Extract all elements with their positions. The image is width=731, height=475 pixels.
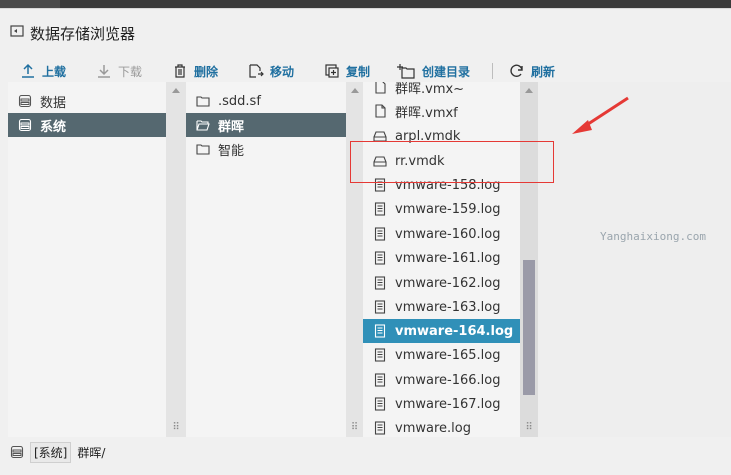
folder-pane: .sdd.sf 群晖 智能 bbox=[186, 82, 346, 437]
file-item[interactable]: vmware-160.log bbox=[363, 222, 520, 246]
folder-label: 智能 bbox=[218, 143, 245, 159]
watermark: Yanghaixiong.com bbox=[600, 230, 706, 243]
folder-label: 群晖 bbox=[218, 119, 245, 135]
pane-divider[interactable]: ⠿ bbox=[166, 82, 186, 437]
file-item[interactable]: 群晖.vmx~ bbox=[363, 82, 520, 99]
download-button[interactable]: 下载 bbox=[96, 59, 142, 83]
copy-icon bbox=[325, 64, 339, 78]
datastore-label: 数据 bbox=[40, 95, 67, 111]
folder-item[interactable]: .sdd.sf bbox=[186, 89, 346, 113]
file-item[interactable]: 群晖.vmxf bbox=[363, 99, 520, 123]
log-file-icon bbox=[374, 348, 386, 362]
status-bar: [系统] 群晖/ bbox=[0, 437, 731, 467]
log-file-icon bbox=[374, 251, 386, 265]
file-pane: 群晖.vmx~ 群晖.vmxf arpl.vmdk rr.vmdk vmware… bbox=[363, 82, 520, 437]
log-file-icon bbox=[374, 300, 386, 314]
log-file-icon bbox=[374, 202, 386, 216]
upload-label: 上载 bbox=[42, 64, 67, 79]
file-label: vmware-167.log bbox=[395, 396, 501, 412]
datastore-icon bbox=[18, 118, 32, 132]
refresh-button[interactable]: 刷新 bbox=[509, 59, 555, 83]
move-label: 移动 bbox=[270, 64, 295, 79]
details-pane bbox=[538, 82, 731, 437]
datastore-item-selected[interactable]: 系统 bbox=[8, 113, 166, 137]
file-label: vmware-161.log bbox=[395, 250, 501, 266]
download-label: 下载 bbox=[118, 64, 143, 79]
datastore-item[interactable]: 数据 bbox=[8, 89, 166, 113]
annotation-arrow-icon bbox=[572, 96, 629, 134]
refresh-label: 刷新 bbox=[531, 64, 556, 79]
log-file-icon bbox=[374, 397, 386, 411]
log-file-icon bbox=[374, 276, 386, 290]
new-folder-icon bbox=[397, 64, 415, 79]
pane-divider[interactable]: ⠿ bbox=[346, 82, 363, 437]
highlight-box bbox=[350, 141, 554, 183]
delete-button[interactable]: 删除 bbox=[172, 59, 218, 83]
scroll-up-arrow-icon[interactable] bbox=[350, 88, 359, 93]
file-label: vmware-160.log bbox=[395, 226, 501, 242]
file-label: vmware-164.log bbox=[395, 323, 514, 339]
move-button[interactable]: 移动 bbox=[248, 59, 294, 83]
datastore-browser-icon bbox=[10, 24, 24, 42]
copy-button[interactable]: 复制 bbox=[324, 59, 370, 83]
scroll-up-arrow-icon[interactable] bbox=[525, 88, 533, 93]
refresh-icon bbox=[510, 64, 523, 77]
file-icon bbox=[375, 104, 386, 118]
scroll-up-arrow-icon[interactable] bbox=[172, 88, 180, 93]
file-pane-scrollbar[interactable]: ⠿ bbox=[520, 82, 538, 437]
file-label: 群晖.vmxf bbox=[395, 105, 458, 121]
file-label: vmware-162.log bbox=[395, 275, 501, 291]
log-file-icon bbox=[374, 421, 386, 435]
folder-icon bbox=[196, 96, 210, 107]
trash-icon bbox=[175, 64, 185, 78]
file-item[interactable]: vmware.log bbox=[363, 416, 520, 437]
file-label: vmware-163.log bbox=[395, 299, 501, 315]
folder-open-icon bbox=[196, 120, 210, 131]
folder-item-selected[interactable]: 群晖 bbox=[186, 113, 346, 137]
dialog-title: 数据存储浏览器 bbox=[10, 23, 135, 43]
dialog-title-text: 数据存储浏览器 bbox=[30, 24, 136, 43]
file-item[interactable]: vmware-165.log bbox=[363, 343, 520, 367]
file-label: vmware-165.log bbox=[395, 347, 501, 363]
scrollbar-thumb[interactable] bbox=[523, 260, 535, 395]
file-item-selected[interactable]: vmware-164.log bbox=[363, 319, 520, 343]
log-file-icon bbox=[374, 324, 386, 338]
file-label: 群晖.vmx~ bbox=[395, 82, 465, 97]
status-path: 群晖/ bbox=[77, 445, 106, 460]
create-directory-label: 创建目录 bbox=[422, 64, 471, 79]
toolbar-separator bbox=[492, 63, 493, 79]
upload-icon bbox=[22, 63, 34, 78]
resize-grip-icon[interactable]: ⠿ bbox=[172, 422, 179, 433]
copy-label: 复制 bbox=[346, 64, 371, 79]
file-item[interactable]: vmware-161.log bbox=[363, 246, 520, 270]
datastore-icon bbox=[18, 94, 32, 108]
resize-grip-icon[interactable]: ⠿ bbox=[525, 422, 532, 433]
datastore-pane: 数据 系统 bbox=[8, 82, 166, 437]
delete-label: 删除 bbox=[194, 64, 219, 79]
datastore-label: 系统 bbox=[40, 119, 67, 135]
status-datastore: [系统] bbox=[30, 441, 72, 463]
top-bar bbox=[0, 0, 731, 8]
folder-icon bbox=[196, 144, 210, 155]
log-file-icon bbox=[374, 373, 386, 387]
move-icon bbox=[249, 64, 264, 78]
file-label: vmware.log bbox=[395, 420, 471, 436]
folder-item[interactable]: 智能 bbox=[186, 137, 346, 161]
resize-grip-icon[interactable]: ⠿ bbox=[351, 422, 358, 433]
folder-label: .sdd.sf bbox=[218, 93, 261, 109]
toolbar: 上载 下载 删除 移动 复制 创建目录 刷新 bbox=[0, 59, 731, 83]
file-label: vmware-166.log bbox=[395, 372, 501, 388]
file-item[interactable]: vmware-163.log bbox=[363, 295, 520, 319]
create-directory-button[interactable]: 创建目录 bbox=[396, 59, 470, 83]
file-item[interactable]: vmware-166.log bbox=[363, 368, 520, 392]
file-label: vmware-159.log bbox=[395, 201, 501, 217]
log-file-icon bbox=[374, 227, 386, 241]
download-icon bbox=[98, 65, 110, 78]
upload-button[interactable]: 上载 bbox=[20, 59, 66, 83]
datastore-icon bbox=[10, 445, 24, 459]
file-item[interactable]: vmware-159.log bbox=[363, 197, 520, 221]
file-item[interactable]: vmware-162.log bbox=[363, 271, 520, 295]
file-icon bbox=[375, 82, 386, 94]
file-item[interactable]: vmware-167.log bbox=[363, 392, 520, 416]
